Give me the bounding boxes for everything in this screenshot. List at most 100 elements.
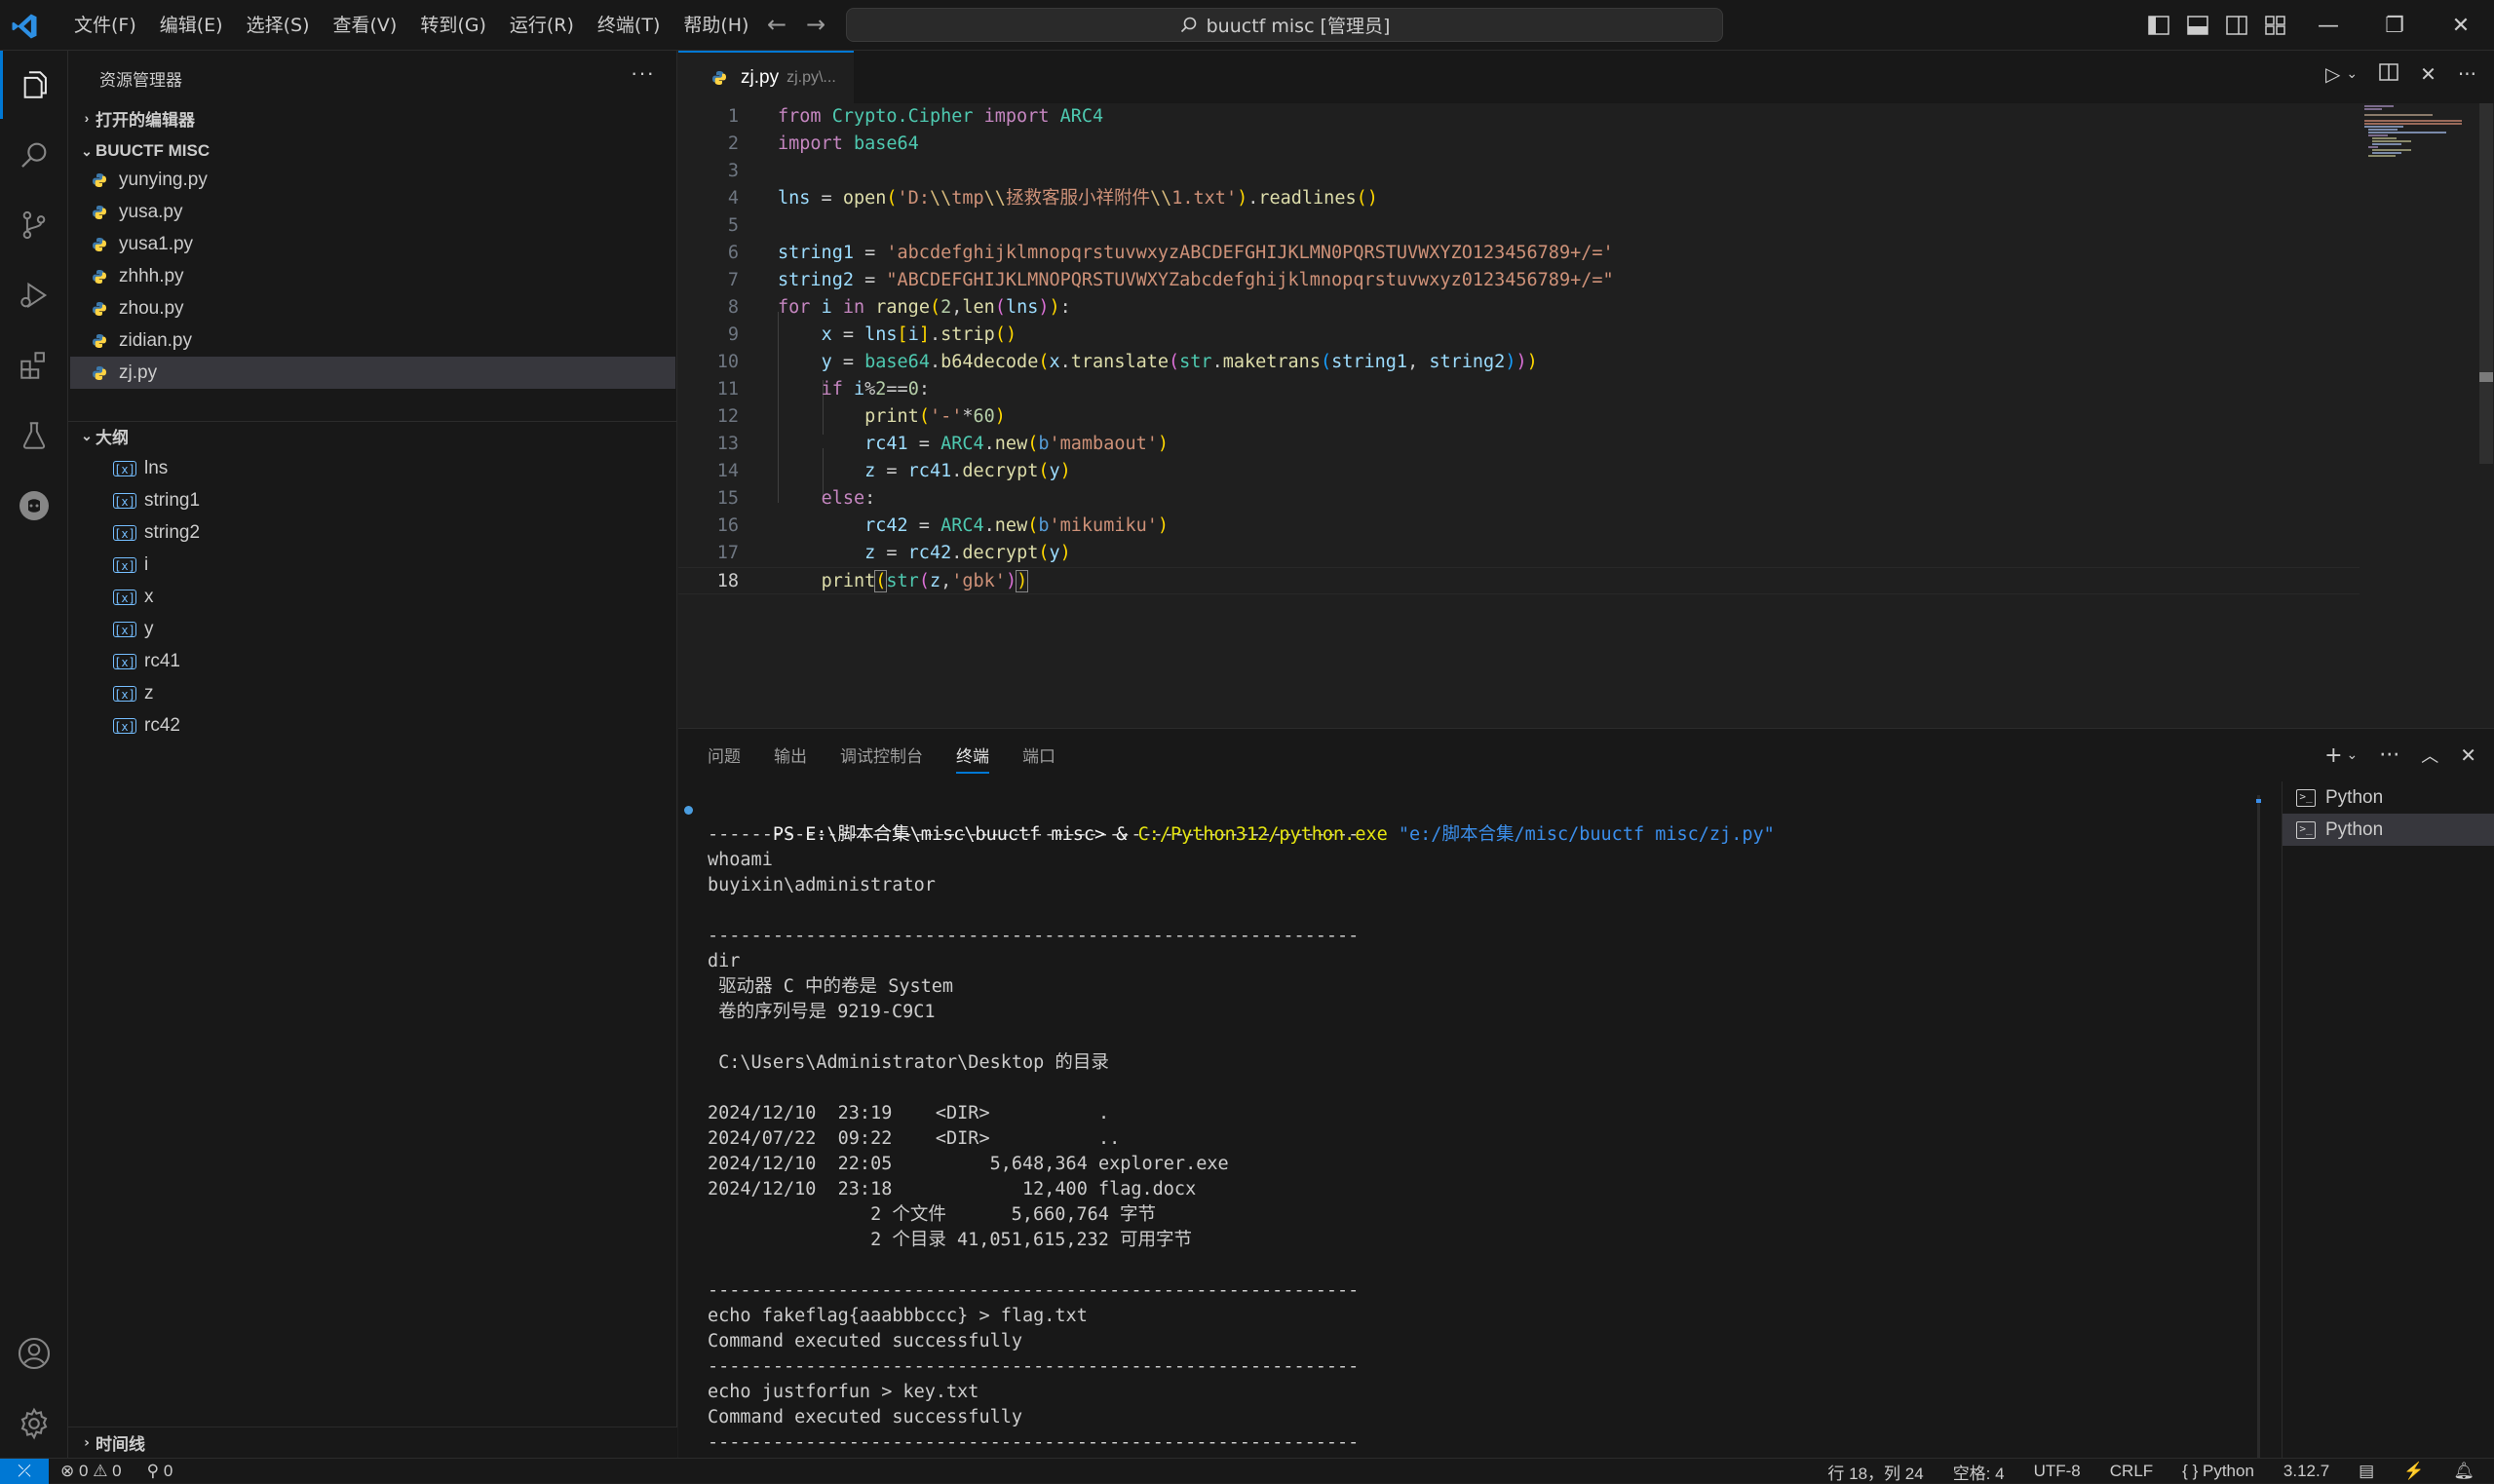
terminal-instance[interactable]: >_ Python	[2283, 781, 2494, 814]
menu-help[interactable]: 帮助(H)	[671, 0, 760, 51]
python-version[interactable]: 3.12.7	[2283, 1462, 2329, 1481]
outline-item[interactable]: [x] z	[68, 677, 675, 709]
editor-actions: ▷ ⌄ ✕ ···	[2325, 62, 2476, 86]
command-decoration-icon[interactable]	[684, 806, 693, 815]
toggle-sidebar-icon[interactable]	[2139, 0, 2178, 51]
menu-edit[interactable]: 编辑(E)	[148, 0, 235, 51]
file-item[interactable]: yusa.py	[70, 196, 675, 228]
terminal-instance-label: Python	[2325, 818, 2384, 840]
close-window-icon[interactable]: ✕	[2428, 0, 2494, 51]
outline-section[interactable]: ⌄ 大纲	[68, 421, 677, 450]
editor-scrollbar[interactable]	[2479, 103, 2493, 464]
ports-status[interactable]: ⚲ 0	[147, 1462, 173, 1481]
tab-debug-console[interactable]: 调试控制台	[840, 729, 923, 785]
outline-item[interactable]: [x] rc41	[68, 645, 675, 677]
variable-icon: [x]	[113, 524, 136, 541]
tab-terminal[interactable]: 终端	[956, 729, 989, 785]
settings-icon[interactable]	[0, 1389, 68, 1458]
file-label: zidian.py	[119, 329, 192, 351]
code-line: 2 import base64	[727, 133, 919, 154]
command-center-search[interactable]: buuctf misc [管理员]	[846, 8, 1723, 42]
menu-run[interactable]: 运行(R)	[498, 0, 586, 51]
code-editor[interactable]: 1 from Crypto.Cipher import ARC4 2 import …	[678, 103, 2494, 727]
toggle-panel-icon[interactable]	[2178, 0, 2217, 51]
github-icon[interactable]	[0, 472, 68, 540]
forward-arrow-icon[interactable]: →	[803, 12, 828, 37]
file-item[interactable]: zhou.py	[70, 292, 675, 324]
terminal-output[interactable]: PS E:\脚本合集\misc\buuctf misc> & C:/Python…	[684, 797, 2247, 1453]
menu-view[interactable]: 查看(V)	[322, 0, 409, 51]
file-item[interactable]: yusa1.py	[70, 228, 675, 260]
toggle-secondary-sidebar-icon[interactable]	[2217, 0, 2256, 51]
chevron-down-icon[interactable]: ⌄	[2347, 747, 2359, 763]
more-actions-icon[interactable]: ···	[631, 60, 655, 86]
minimize-icon[interactable]: —	[2295, 0, 2361, 51]
language-mode[interactable]: { } Python	[2182, 1462, 2254, 1481]
outline-item[interactable]: [x] x	[68, 581, 675, 613]
outline-item[interactable]: [x] i	[68, 549, 675, 581]
close-panel-icon[interactable]: ✕	[2460, 743, 2476, 767]
cursor-position[interactable]: 行 18，列 24	[1827, 1460, 1923, 1484]
terminal-scrollbar[interactable]	[2257, 795, 2260, 1458]
encoding[interactable]: UTF-8	[2034, 1462, 2081, 1481]
search-icon[interactable]	[0, 121, 68, 189]
menu-go[interactable]: 转到(G)	[408, 0, 498, 51]
menu-file[interactable]: 文件(F)	[62, 0, 148, 51]
folder-section[interactable]: ⌄ BUUCTF MISC	[68, 136, 677, 166]
tab-output[interactable]: 输出	[774, 729, 807, 785]
outline-item[interactable]: [x] rc42	[68, 709, 675, 742]
menu-selection[interactable]: 选择(S)	[235, 0, 322, 51]
customize-layout-icon[interactable]	[2256, 0, 2295, 51]
tab-ports[interactable]: 端口	[1022, 729, 1055, 785]
copilot-icon[interactable]: ⚡	[2403, 1462, 2424, 1481]
back-arrow-icon[interactable]: ←	[764, 12, 789, 37]
tab-zj-py[interactable]: zj.py zj.py\...	[678, 51, 854, 103]
ports-count: 0	[163, 1462, 173, 1480]
run-debug-icon[interactable]	[0, 261, 68, 329]
more-actions-icon[interactable]: ···	[2379, 743, 2399, 768]
outline-item-label: string2	[144, 521, 201, 543]
account-icon[interactable]	[0, 1319, 68, 1388]
open-editors-section[interactable]: › 打开的编辑器	[68, 103, 677, 133]
terminal-icon: >_	[2296, 788, 2316, 807]
terminal-instance-selected[interactable]: >_ Python	[2283, 814, 2494, 846]
remote-indicator-icon[interactable]: ⤫	[0, 1459, 49, 1484]
file-item[interactable]: yunying.py	[70, 164, 675, 196]
outline-item-label: rc41	[144, 650, 180, 671]
file-item[interactable]: zidian.py	[70, 324, 675, 357]
new-terminal-icon[interactable]: +	[2324, 743, 2342, 768]
outline-item-label: rc42	[144, 714, 180, 736]
code-line: 9 x = lns[i].strip()	[727, 324, 1017, 345]
outline-item[interactable]: [x] y	[68, 613, 675, 645]
chevron-down-icon[interactable]: ⌄	[2346, 66, 2358, 82]
outline-item[interactable]: [x] string1	[68, 484, 675, 516]
maximize-panel-icon[interactable]: ︿	[2421, 742, 2438, 768]
testing-icon[interactable]	[0, 401, 68, 470]
file-info-icon[interactable]: ▤	[2359, 1462, 2374, 1481]
notifications-bell-icon[interactable]: 🔔︎	[2453, 1462, 2475, 1481]
more-actions-icon[interactable]: ···	[2458, 62, 2476, 86]
extensions-icon[interactable]	[0, 331, 68, 400]
outline-item[interactable]: [x] lns	[68, 452, 675, 484]
indentation[interactable]: 空格: 4	[1953, 1460, 2005, 1484]
explorer-icon[interactable]	[0, 51, 68, 119]
source-control-icon[interactable]	[0, 191, 68, 259]
open-editors-label: 打开的编辑器	[96, 110, 195, 130]
run-python-icon[interactable]: ▷	[2325, 62, 2340, 86]
file-item[interactable]: zhhh.py	[70, 260, 675, 292]
problems-status[interactable]: ⊗ 0 ⚠ 0	[60, 1462, 122, 1481]
tab-problems[interactable]: 问题	[708, 729, 741, 785]
end-of-line[interactable]: CRLF	[2110, 1462, 2153, 1481]
file-item-selected[interactable]: zj.py	[70, 357, 675, 389]
menu-terminal[interactable]: 终端(T)	[586, 0, 671, 51]
status-right: 行 18，列 24 空格: 4 UTF-8 CRLF { } Python 3.…	[1827, 1459, 2475, 1484]
outline-item-label: z	[144, 682, 154, 704]
timeline-section[interactable]: › 时间线	[68, 1427, 677, 1458]
minimap[interactable]	[2364, 103, 2472, 162]
split-editor-icon[interactable]	[2379, 62, 2398, 86]
close-editor-icon[interactable]: ✕	[2420, 62, 2436, 86]
restore-icon[interactable]: ❐	[2361, 0, 2428, 51]
terminal-arg: "e:/脚本合集/misc/buuctf misc/zj.py"	[1398, 824, 1775, 845]
outline-item[interactable]: [x] string2	[68, 516, 675, 549]
